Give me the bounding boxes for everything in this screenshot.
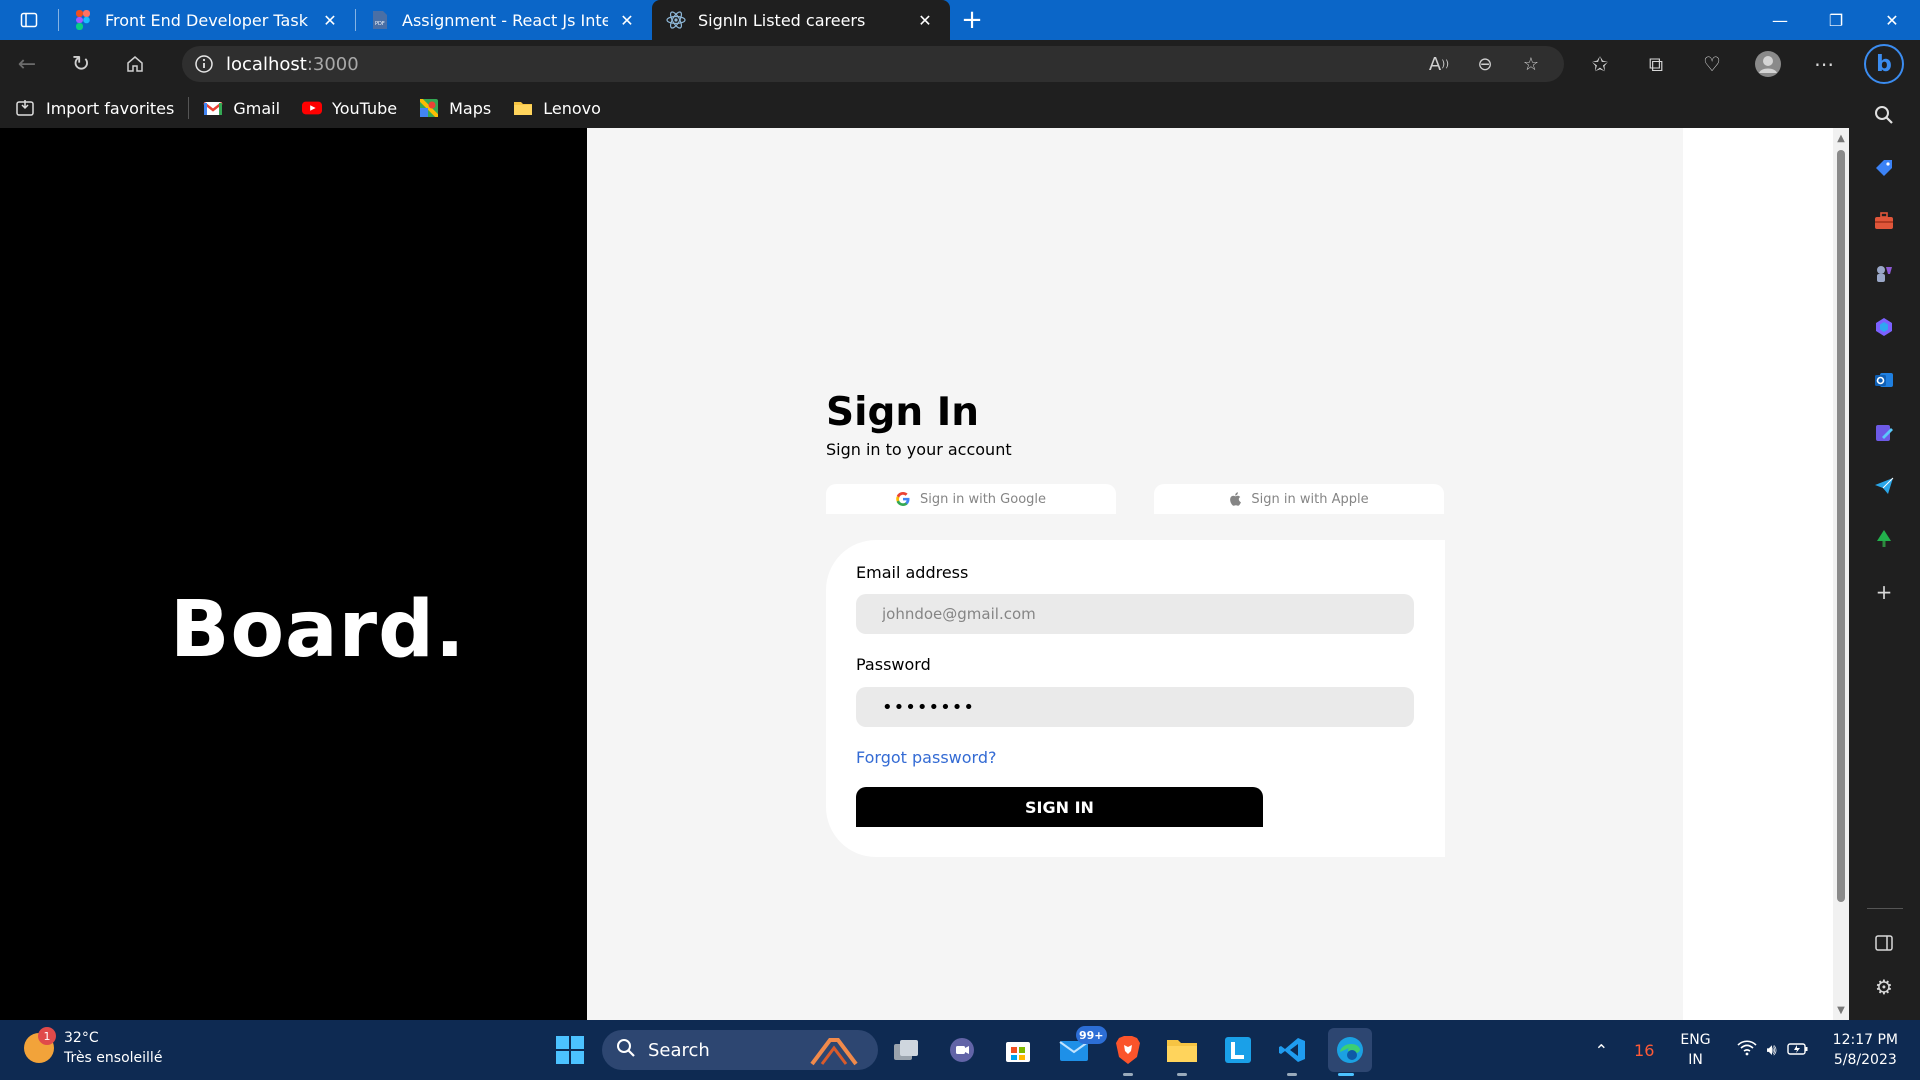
email-label: Email address	[856, 563, 969, 582]
password-input[interactable]	[856, 687, 1414, 727]
mail-button[interactable]: 99+	[1056, 1026, 1107, 1068]
region-code: IN	[1688, 1052, 1703, 1068]
input-language-indicator[interactable]: ENG IN	[1680, 1030, 1710, 1070]
send-telegram-icon[interactable]	[1867, 469, 1901, 503]
page-subtitle: Sign in to your account	[826, 440, 1012, 459]
bing-copilot-icon[interactable]: b	[1864, 44, 1904, 84]
system-clock[interactable]: 12:17 PM 5/8/2023	[1833, 1030, 1898, 1070]
taskbar-search[interactable]: Search	[602, 1030, 878, 1070]
folder-icon	[1167, 1040, 1197, 1062]
search-icon[interactable]	[1867, 98, 1901, 132]
scroll-up-arrow-icon[interactable]: ▲	[1833, 130, 1849, 146]
store-icon	[1006, 1042, 1030, 1062]
email-input[interactable]	[856, 594, 1414, 634]
taskbar-search-label: Search	[648, 1039, 710, 1061]
search-icon	[616, 1038, 636, 1063]
close-window-button[interactable]: ✕	[1864, 0, 1920, 40]
wifi-icon[interactable]	[1737, 1040, 1757, 1060]
page-title: Sign In	[826, 390, 979, 435]
show-hidden-icons-chevron-icon[interactable]: ⌃	[1595, 1041, 1608, 1060]
apple-icon	[1229, 492, 1242, 506]
weather-text: 32°C Très ensoleillé	[64, 1028, 162, 1068]
vscode-icon	[1279, 1038, 1305, 1062]
outlook-icon[interactable]	[1867, 363, 1901, 397]
weather-widget[interactable]: 1 32°C Très ensoleillé	[24, 1027, 162, 1068]
weather-temp: 32°C	[64, 1030, 99, 1046]
system-tray: ⌃ 16 ENG IN 🔊︎ 12:17 PM 5/8/2023	[1595, 1020, 1920, 1080]
edge-browser-button[interactable]	[1328, 1028, 1372, 1076]
search-highlight-icon	[810, 1038, 858, 1066]
sidebar-divider	[1867, 908, 1903, 909]
lenovo-app-button[interactable]	[1220, 1032, 1256, 1068]
designer-icon[interactable]	[1867, 416, 1901, 450]
shopping-tag-icon[interactable]	[1867, 151, 1901, 185]
settings-gear-icon[interactable]: ⚙	[1867, 970, 1901, 1004]
windows-logo-icon	[556, 1036, 584, 1064]
scroll-thumb[interactable]	[1837, 150, 1845, 902]
vscode-button[interactable]	[1274, 1032, 1310, 1076]
games-icon[interactable]	[1867, 257, 1901, 291]
google-signin-label: Sign in with Google	[919, 491, 1047, 507]
signin-layer: Sign In Sign in to your account Sign in …	[0, 128, 1833, 1020]
apple-signin-button[interactable]: Sign in with Apple	[1154, 484, 1444, 514]
running-indicator	[1123, 1073, 1133, 1076]
volume-icon[interactable]: 🔊︎	[1767, 1040, 1777, 1060]
page-scrollbar[interactable]: ▲ ▼	[1833, 128, 1849, 1020]
signin-button[interactable]: SIGN IN	[856, 787, 1263, 827]
teams-chat-icon	[950, 1038, 974, 1062]
active-indicator	[1338, 1073, 1354, 1076]
scroll-down-arrow-icon[interactable]: ▼	[1833, 1002, 1849, 1018]
running-indicator	[1287, 1073, 1297, 1076]
edge-icon	[1337, 1037, 1363, 1063]
mail-badge: 99+	[1076, 1026, 1107, 1044]
task-view-icon	[894, 1040, 918, 1060]
start-button[interactable]	[552, 1032, 588, 1068]
running-indicator	[1177, 1073, 1187, 1076]
brave-browser-button[interactable]	[1110, 1032, 1146, 1076]
close-icon: ✕	[1885, 10, 1899, 30]
clock-date: 5/8/2023	[1833, 1052, 1897, 1068]
file-explorer-button[interactable]	[1164, 1032, 1200, 1076]
google-icon	[896, 492, 910, 506]
forgot-password-link[interactable]: Forgot password?	[856, 748, 996, 767]
weather-badge: 1	[38, 1027, 56, 1045]
signin-form-card: Email address Password Forgot password? …	[826, 540, 1445, 857]
tree-icon[interactable]	[1867, 522, 1901, 556]
hide-sidebar-icon[interactable]	[1867, 926, 1901, 960]
sun-weather-icon: 1	[24, 1027, 56, 1063]
language-code: ENG	[1680, 1032, 1711, 1048]
tray-notification-count[interactable]: 16	[1634, 1041, 1654, 1060]
lenovo-l-icon	[1225, 1037, 1251, 1063]
apple-signin-label: Sign in with Apple	[1251, 491, 1369, 507]
task-view-button[interactable]	[888, 1032, 924, 1068]
battery-charging-icon[interactable]	[1786, 1041, 1809, 1060]
clock-time: 12:17 PM	[1832, 1032, 1898, 1048]
add-sidebar-app-icon[interactable]: +	[1867, 575, 1901, 609]
google-signin-button[interactable]: Sign in with Google	[826, 484, 1116, 514]
password-label: Password	[856, 655, 931, 674]
brave-icon	[1116, 1036, 1140, 1064]
tools-briefcase-icon[interactable]	[1867, 204, 1901, 238]
windows-taskbar: 1 32°C Très ensoleillé Search 99+ ⌃ 16 E…	[0, 1020, 1920, 1080]
edge-sidebar: + ⚙	[1849, 88, 1920, 1020]
microsoft-365-icon[interactable]	[1867, 310, 1901, 344]
signin-content: Sign In Sign in to your account Sign in …	[0, 0, 1833, 1020]
weather-desc: Très ensoleillé	[64, 1050, 163, 1066]
teams-chat-button[interactable]	[944, 1032, 980, 1068]
microsoft-store-button[interactable]	[1000, 1032, 1036, 1068]
